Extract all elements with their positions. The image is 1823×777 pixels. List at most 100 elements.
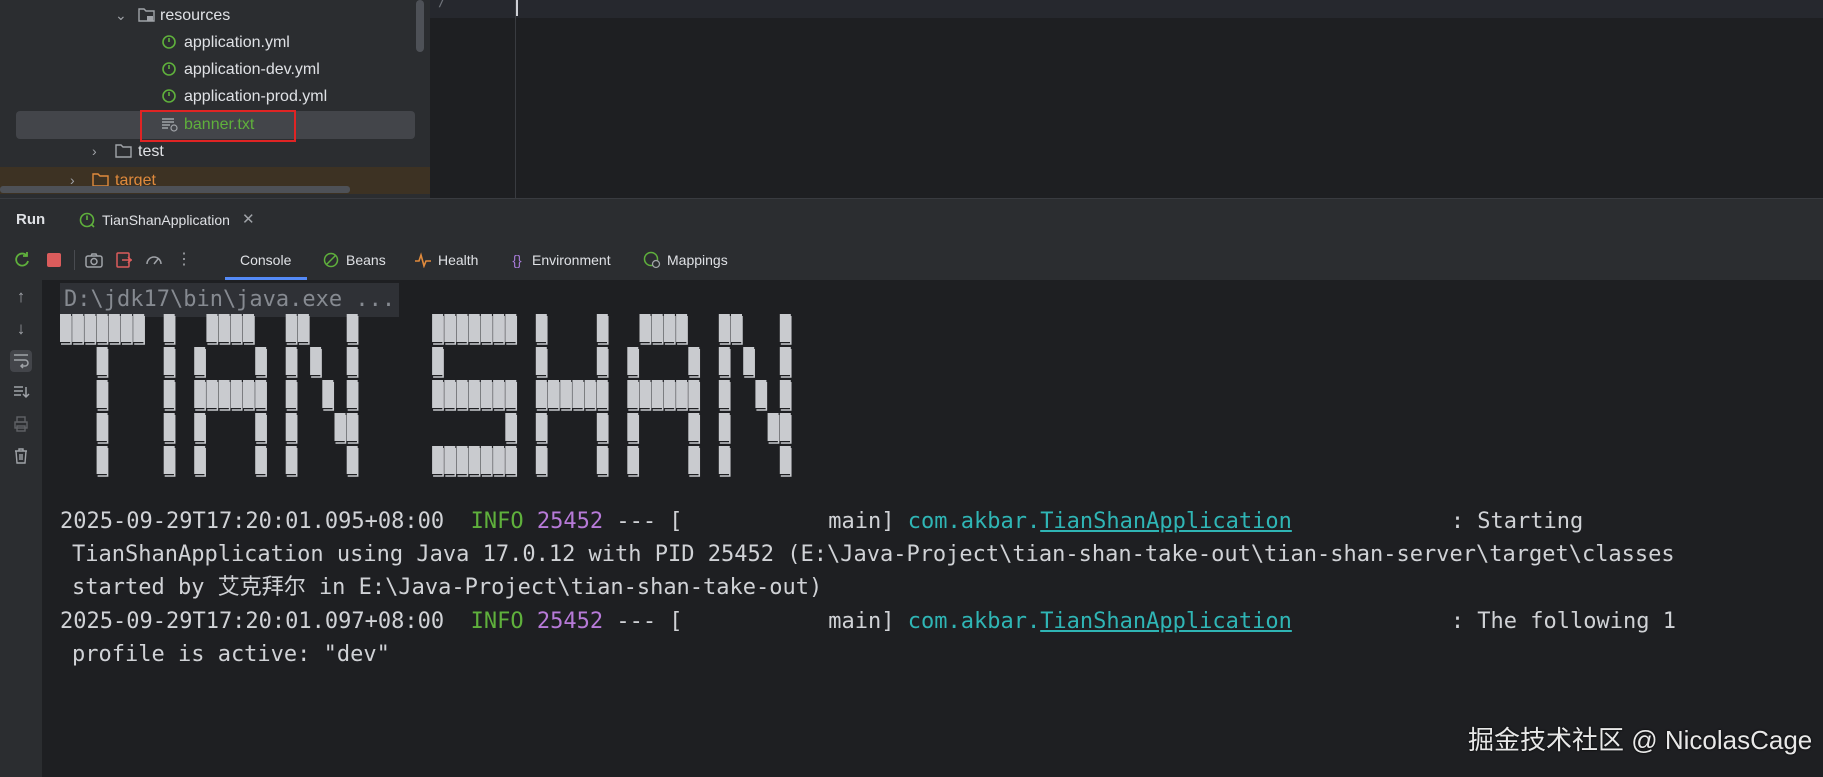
- rerun-icon[interactable]: [12, 250, 32, 270]
- log-logger-class-link[interactable]: TianShanApplication: [1040, 509, 1292, 534]
- banner-block: [742, 346, 755, 378]
- folder-icon: [115, 144, 132, 158]
- banner-block: [242, 314, 255, 345]
- spring-yaml-icon: [162, 62, 176, 76]
- banner-block: [766, 412, 780, 444]
- tree-item-application-yml[interactable]: application.yml: [0, 29, 430, 56]
- code-editor[interactable]: /: [430, 0, 1823, 198]
- health-icon: [414, 240, 432, 280]
- banner-block: [467, 379, 481, 411]
- banner-block: [504, 412, 518, 444]
- print-icon[interactable]: [10, 414, 32, 436]
- chevron-right-icon[interactable]: ›: [92, 144, 106, 158]
- editor-text: /: [438, 0, 447, 10]
- banner-block: [687, 412, 701, 444]
- banner-block: [467, 314, 481, 345]
- banner-block: [718, 445, 731, 477]
- tab-label: Mappings: [667, 252, 728, 268]
- more-options-icon[interactable]: ⋮: [174, 250, 194, 270]
- banner-block: [596, 346, 609, 378]
- banner-block: [779, 314, 792, 345]
- banner-block: [779, 379, 792, 411]
- tab-environment[interactable]: {} Environment: [508, 240, 611, 280]
- tree-item-label: application-dev.yml: [184, 61, 320, 78]
- tab-label: Environment: [532, 252, 611, 268]
- tree-item-application-prod-yml[interactable]: application-prod.yml: [0, 83, 430, 110]
- banner-block: [193, 412, 206, 444]
- banner-block: [95, 445, 109, 477]
- banner-block: [626, 445, 640, 477]
- banner-block: [95, 314, 109, 345]
- tab-mappings[interactable]: Mappings: [643, 240, 728, 280]
- banner-block: [284, 346, 298, 378]
- banner-block: [83, 314, 97, 345]
- log-pid: 25452: [536, 509, 604, 534]
- resources-folder-icon: [138, 8, 155, 22]
- banner-block: [559, 379, 572, 411]
- tab-label: Console: [240, 252, 292, 268]
- console-output[interactable]: D:\jdk17\bin\java.exe ... 2025-09-29T17:…: [42, 280, 1823, 777]
- banner-block: [547, 379, 560, 411]
- run-config-tab[interactable]: TianShanApplication ✕: [72, 199, 264, 241]
- trash-icon[interactable]: [10, 446, 32, 468]
- banner-block: [455, 379, 469, 411]
- banner-block: [687, 445, 701, 477]
- log-separator: --- [: [616, 509, 683, 534]
- chevron-down-icon[interactable]: ⌄: [115, 8, 129, 22]
- soft-wrap-icon[interactable]: [10, 350, 32, 372]
- run-window-title: Run: [16, 211, 46, 228]
- stop-icon[interactable]: [44, 250, 64, 270]
- banner-block: [309, 346, 322, 378]
- banner-block: [455, 314, 469, 345]
- banner-block: [443, 314, 457, 345]
- banner-block: [596, 445, 609, 477]
- banner-block: [504, 314, 518, 345]
- banner-block: [230, 379, 243, 411]
- horizontal-scrollbar[interactable]: [0, 186, 350, 193]
- scroll-to-end-icon[interactable]: [10, 382, 32, 404]
- camera-icon[interactable]: [84, 250, 104, 270]
- banner-block: [284, 314, 298, 345]
- banner-block: [205, 314, 219, 345]
- beans-icon: [322, 240, 340, 280]
- tree-item-test[interactable]: › test: [0, 138, 430, 165]
- banner-block: [718, 346, 731, 378]
- tree-item-resources[interactable]: ⌄ resources: [0, 2, 430, 29]
- banner-block: [779, 412, 792, 444]
- log-timestamp: 2025-09-29T17:20:01.095+08:00: [60, 509, 445, 534]
- log-logger-package: com.akbar.: [907, 609, 1041, 634]
- log-message: : Starting: [1450, 509, 1584, 534]
- log-separator: --- [: [616, 609, 683, 634]
- vertical-scrollbar[interactable]: [416, 0, 424, 52]
- text-caret: [516, 0, 518, 16]
- banner-block: [205, 379, 219, 411]
- tab-health[interactable]: Health: [414, 240, 478, 280]
- command-line-collapsed[interactable]: D:\jdk17\bin\java.exe ...: [60, 283, 400, 317]
- banner-block: [431, 346, 444, 378]
- close-icon[interactable]: ✕: [242, 210, 255, 228]
- banner-block: [60, 314, 72, 345]
- banner-block: [492, 445, 505, 477]
- banner-block: [650, 314, 664, 345]
- banner-block: [162, 412, 176, 444]
- tab-console[interactable]: Console: [240, 240, 291, 280]
- banner-block: [492, 314, 505, 345]
- banner-block: [345, 445, 359, 477]
- log-logger-package: com.akbar.: [907, 509, 1041, 534]
- banner-block: [193, 445, 206, 477]
- banner-block: [71, 314, 84, 345]
- performance-gauge-icon[interactable]: [144, 250, 164, 270]
- arrow-up-icon[interactable]: ↑: [10, 286, 32, 308]
- banner-block: [535, 314, 548, 345]
- tree-item-application-dev-yml[interactable]: application-dev.yml: [0, 56, 430, 83]
- exit-icon[interactable]: [114, 250, 134, 270]
- toolbar-separator: [74, 250, 75, 270]
- tab-beans[interactable]: Beans: [322, 240, 386, 280]
- mappings-icon: [643, 240, 661, 280]
- log-line-continuation: started by 艾克拜尔 in E:\Java-Project\tian-…: [72, 575, 823, 600]
- chevron-right-icon[interactable]: ›: [70, 173, 84, 187]
- log-logger-class-link[interactable]: TianShanApplication: [1040, 609, 1292, 634]
- arrow-down-icon[interactable]: ↓: [10, 318, 32, 340]
- banner-block: [284, 445, 298, 477]
- run-window-header: Run TianShanApplication ✕: [0, 198, 1823, 241]
